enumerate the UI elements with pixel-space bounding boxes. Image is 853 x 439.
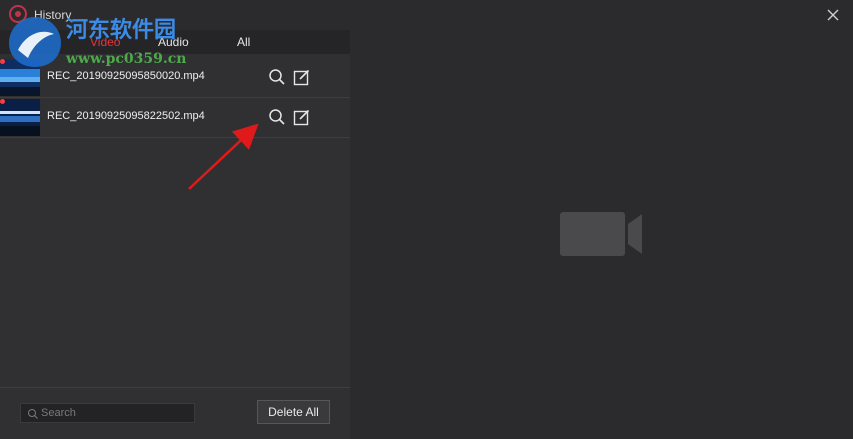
history-list-panel: Video Audio All REC_20190925095850020.mp… <box>0 30 350 439</box>
close-icon[interactable] <box>823 5 843 25</box>
file-row[interactable]: REC_20190925095822502.mp4 <box>0 97 350 138</box>
recording-dot-icon <box>0 59 5 64</box>
file-name: REC_20190925095822502.mp4 <box>47 110 205 122</box>
watermark-url: www.pc0359.cn <box>66 51 187 67</box>
edit-icon[interactable] <box>292 67 312 87</box>
search-input[interactable] <box>41 404 191 422</box>
watermark-text: 河东软件园 <box>66 17 177 43</box>
video-thumbnail <box>0 99 40 136</box>
bottom-toolbar: Delete All <box>0 387 350 439</box>
delete-all-button[interactable]: Delete All <box>257 400 330 424</box>
tab-all[interactable]: All <box>237 35 250 49</box>
search-icon[interactable] <box>267 67 287 87</box>
video-camera-icon <box>560 212 642 256</box>
edit-icon[interactable] <box>292 107 312 127</box>
file-name: REC_20190925095850020.mp4 <box>47 70 205 82</box>
search-icon <box>28 409 38 419</box>
recording-dot-icon <box>0 99 5 104</box>
watermark-logo-icon <box>9 17 61 67</box>
preview-panel <box>350 30 853 438</box>
search-box[interactable] <box>20 403 195 423</box>
search-icon[interactable] <box>267 107 287 127</box>
